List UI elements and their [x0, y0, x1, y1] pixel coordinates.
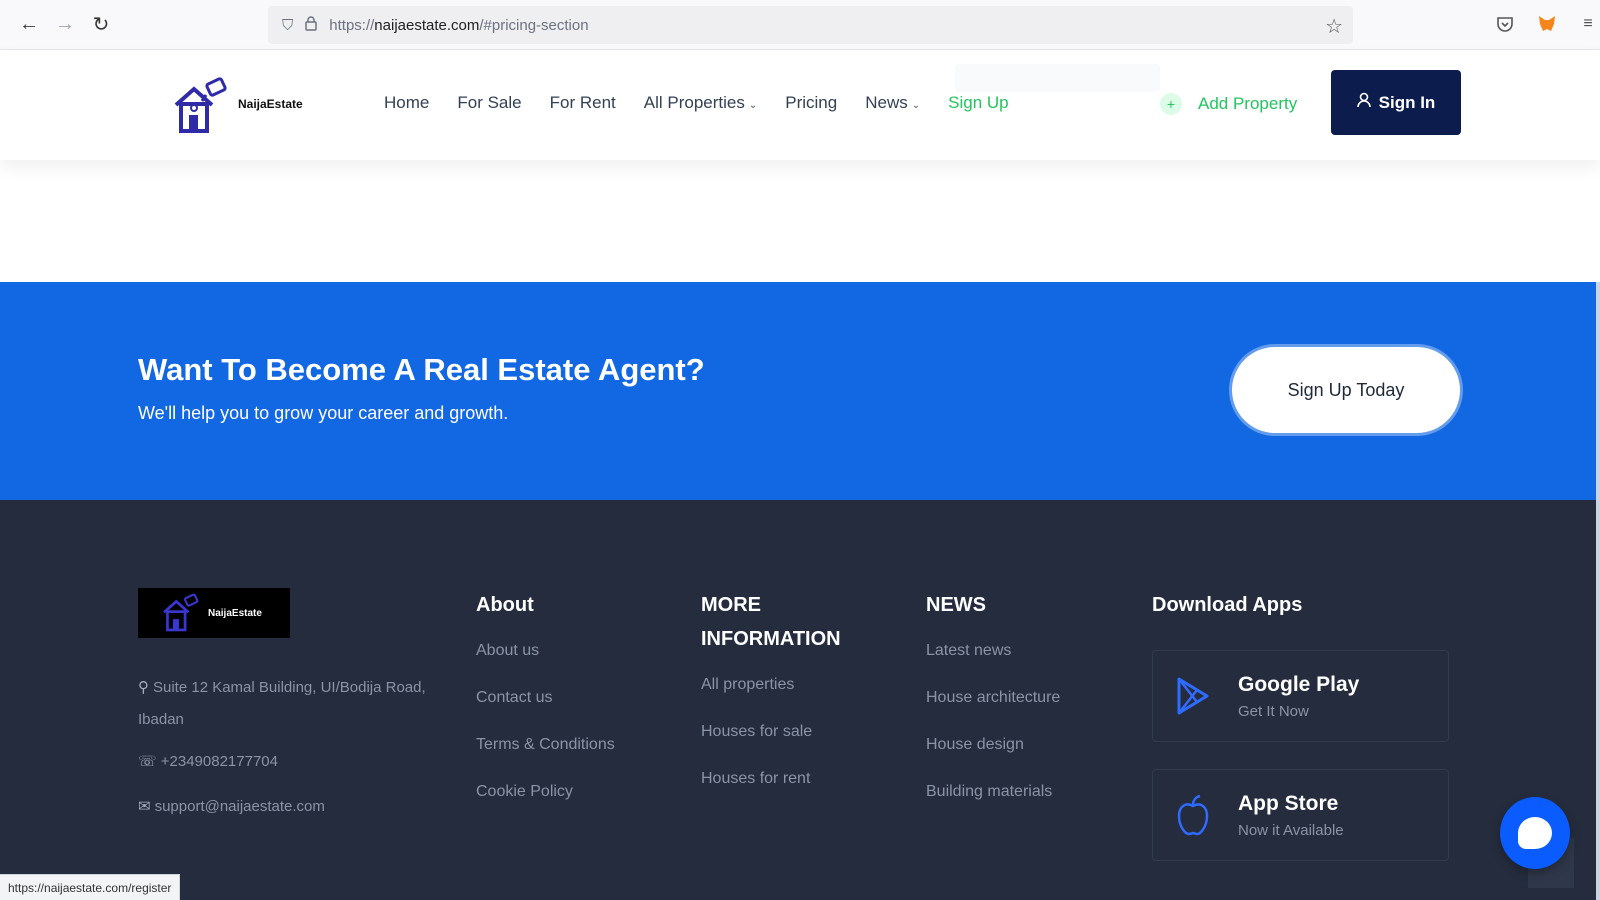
user-icon — [1356, 92, 1371, 113]
nav-all-properties[interactable]: All Properties ⌄ — [644, 93, 758, 113]
house-logo-icon — [163, 593, 199, 632]
address-bar[interactable]: ⛉ https://naijaestate.com/#pricing-secti… — [268, 6, 1353, 44]
chat-widget-button[interactable] — [1500, 797, 1570, 869]
sign-in-label: Sign In — [1378, 92, 1436, 112]
app-store-subtitle: Now it Available — [1238, 821, 1344, 839]
nav-for-sale[interactable]: For Sale — [457, 93, 521, 113]
footer-news-column: NEWS Latest news House architecture Hous… — [926, 588, 1060, 830]
footer-news-heading: NEWS — [926, 594, 986, 616]
mail-icon: ✉ — [138, 798, 151, 815]
add-property-link[interactable]: + Add Property — [1160, 93, 1297, 115]
main-nav: Home For Sale For Rent All Properties ⌄ P… — [384, 93, 1037, 113]
chevron-down-icon: ⌄ — [748, 100, 758, 111]
footer-link-cookie-policy[interactable]: Cookie Policy — [476, 783, 615, 830]
nav-sign-up[interactable]: Sign Up — [948, 93, 1008, 113]
logo-text: NaijaEstate — [238, 97, 303, 111]
footer-logo[interactable]: NaijaEstate — [138, 588, 290, 638]
scrollbar[interactable] — [1596, 282, 1600, 900]
chat-bubble-icon — [1518, 817, 1552, 849]
footer-link-house-architecture[interactable]: House architecture — [926, 689, 1060, 736]
browser-toolbar: ← → ↻ ⛉ https://naijaestate.com/#pricing… — [0, 0, 1600, 50]
footer-link-houses-for-rent[interactable]: Houses for rent — [701, 770, 871, 817]
menu-icon[interactable]: ≡ — [1576, 12, 1600, 36]
google-play-icon — [1173, 676, 1213, 716]
phone-icon: ☏ — [138, 753, 157, 770]
footer-about-column: About About us Contact us Terms & Condit… — [476, 588, 615, 830]
app-store-title: App Store — [1238, 791, 1339, 815]
footer-link-houses-for-sale[interactable]: Houses for sale — [701, 723, 871, 770]
lock-icon — [305, 15, 318, 35]
forward-icon[interactable]: → — [47, 7, 83, 43]
site-footer: NaijaEstate ⚲ Suite 12 Kamal Building, UI… — [0, 500, 1600, 900]
pocket-icon[interactable] — [1493, 12, 1517, 36]
footer-link-all-properties[interactable]: All properties — [701, 676, 871, 723]
footer-link-building-materials[interactable]: Building materials — [926, 783, 1060, 830]
footer-email: ✉ support@naijaestate.com — [138, 798, 325, 815]
plus-icon: + — [1160, 93, 1182, 115]
house-logo-icon — [174, 77, 227, 133]
apple-icon — [1173, 794, 1213, 836]
google-play-subtitle: Get It Now — [1238, 702, 1309, 720]
footer-link-about-us[interactable]: About us — [476, 642, 615, 689]
google-play-title: Google Play — [1238, 672, 1360, 696]
footer-about-heading: About — [476, 594, 534, 616]
shield-icon: ⛉ — [282, 16, 294, 34]
map-pin-icon: ⚲ — [138, 679, 149, 696]
footer-logo-text: NaijaEstate — [208, 607, 262, 619]
cta-subtitle: We'll help you to grow your career and g… — [138, 403, 509, 423]
bookmark-star-icon[interactable]: ☆ — [1325, 14, 1343, 39]
url-text: https://naijaestate.com/#pricing-section — [329, 16, 589, 34]
footer-phone: ☏ +2349082177704 — [138, 753, 278, 770]
footer-apps-column: Download Apps — [1152, 588, 1302, 622]
metamask-fox-icon[interactable] — [1535, 12, 1559, 36]
footer-link-contact-us[interactable]: Contact us — [476, 689, 615, 736]
faded-search-field — [955, 64, 1160, 92]
footer-link-terms[interactable]: Terms & Conditions — [476, 736, 615, 783]
site-header: NaijaEstate Home For Sale For Rent All P… — [0, 50, 1600, 160]
footer-link-latest-news[interactable]: Latest news — [926, 642, 1060, 689]
footer-more-info-heading: MORE INFORMATION — [701, 594, 841, 650]
sign-in-button[interactable]: Sign In — [1331, 70, 1461, 135]
chevron-down-icon: ⌄ — [911, 100, 921, 111]
sign-up-today-button[interactable]: Sign Up Today — [1232, 347, 1460, 433]
footer-link-house-design[interactable]: House design — [926, 736, 1060, 783]
agent-cta-banner: Want To Become A Real Estate Agent? We'l… — [0, 282, 1600, 500]
footer-more-info-column: MORE INFORMATION All properties Houses f… — [701, 588, 871, 817]
nav-pricing[interactable]: Pricing — [785, 93, 837, 113]
nav-home[interactable]: Home — [384, 93, 429, 113]
reload-icon[interactable]: ↻ — [83, 7, 119, 43]
add-property-label: Add Property — [1198, 94, 1298, 113]
site-logo[interactable]: NaijaEstate — [170, 75, 303, 137]
google-play-button[interactable]: Google Play Get It Now — [1152, 650, 1449, 742]
status-bar-url: https://naijaestate.com/register — [0, 874, 181, 900]
nav-news[interactable]: News ⌄ — [865, 93, 920, 113]
footer-address: ⚲ Suite 12 Kamal Building, UI/Bodija Road… — [138, 679, 426, 728]
nav-for-rent[interactable]: For Rent — [550, 93, 616, 113]
footer-apps-heading: Download Apps — [1152, 594, 1303, 616]
cta-title: Want To Become A Real Estate Agent? — [138, 352, 705, 387]
app-store-button[interactable]: App Store Now it Available — [1152, 769, 1449, 861]
back-icon[interactable]: ← — [11, 7, 47, 43]
